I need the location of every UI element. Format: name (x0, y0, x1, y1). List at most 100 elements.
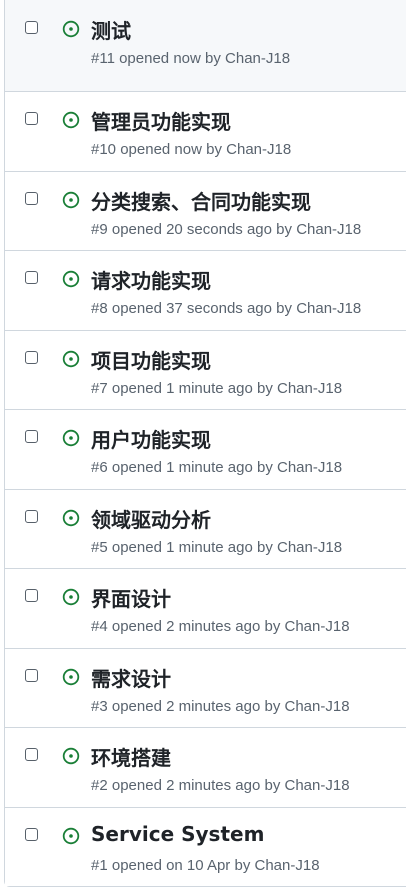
issue-row[interactable]: 界面设计 #4 opened 2 minutes ago by Chan-J18 (5, 568, 406, 648)
issue-by-label: by (205, 50, 221, 67)
issue-opened-icon (62, 350, 80, 367)
issue-author-link[interactable]: Chan-J18 (255, 857, 320, 874)
issue-select-checkbox[interactable] (25, 191, 38, 205)
issue-title-link[interactable]: 界面设计 (91, 583, 171, 612)
issue-title-link[interactable]: 分类搜索、合同功能实现 (91, 186, 311, 215)
issue-opened-icon (62, 270, 80, 288)
issue-row[interactable]: 需求设计 #3 opened 2 minutes ago by Chan-J18 (5, 647, 406, 727)
issue-number: #6 (91, 459, 108, 476)
issue-opened-icon (62, 429, 80, 447)
issue-opened-icon (62, 20, 80, 38)
issue-opened-icon (62, 668, 80, 685)
issue-by-label: by (264, 777, 281, 794)
issue-author-link[interactable]: Chan-J18 (226, 141, 291, 158)
issue-row[interactable]: 请求功能实现 #8 opened 37 seconds ago by Chan-… (5, 250, 406, 330)
issue-by-label: by (256, 538, 273, 556)
issue-by-label: by (276, 220, 293, 238)
issue-meta: #5 opened 1 minute ago by Chan-J18 (91, 539, 342, 556)
issue-row[interactable]: 环境搭建 #2 opened 2 minutes ago by Chan-J18 (5, 727, 406, 807)
issue-opened-time: opened 1 minute ago (111, 459, 253, 476)
issue-number: #11 (91, 50, 115, 67)
issue-row[interactable]: 分类搜索、合同功能实现 #9 opened 20 seconds ago by … (5, 170, 406, 250)
issue-author-link[interactable]: Chan-J18 (225, 50, 290, 67)
issue-row[interactable]: 管理员功能实现 #10 opened now by Chan-J18 (5, 91, 406, 171)
issue-title-link[interactable]: 环境搭建 (91, 742, 171, 771)
issue-row[interactable]: 领域驱动分析 #5 opened 1 minute ago by Chan-J1… (5, 488, 406, 568)
issue-meta: #9 opened 20 seconds ago by Chan-J18 (91, 221, 361, 238)
issue-list: 测试 #11 opened now by Chan-J18 管理员功能实现 #1… (4, 0, 406, 887)
issue-meta: #10 opened now by Chan-J18 (91, 141, 291, 158)
issue-opened-icon (62, 191, 80, 208)
issue-title-link[interactable]: 项目功能实现 (91, 345, 211, 374)
issue-by-label: by (276, 300, 293, 317)
issue-select-checkbox[interactable] (25, 589, 38, 602)
issue-meta: #11 opened now by Chan-J18 (91, 50, 290, 67)
issue-by-label: by (234, 856, 251, 874)
issue-row[interactable]: 用户功能实现 #6 opened 1 minute ago by Chan-J1… (5, 409, 406, 489)
issue-title-link[interactable]: 需求设计 (91, 663, 171, 692)
issue-opened-icon (62, 747, 80, 765)
issue-title-link[interactable]: 管理员功能实现 (91, 106, 231, 135)
issue-number: #9 (91, 220, 108, 238)
issue-by-label: by (206, 141, 222, 158)
issue-select-checkbox[interactable] (25, 748, 38, 761)
issue-meta: #7 opened 1 minute ago by Chan-J18 (91, 380, 342, 397)
issue-opened-icon (62, 111, 80, 129)
issue-opened-time: opened on 10 Apr (111, 856, 231, 874)
issue-title-link[interactable]: 请求功能实现 (91, 265, 211, 294)
issue-meta: #1 opened on 10 Apr by Chan-J18 (91, 857, 320, 874)
issue-opened-time: opened now (120, 141, 202, 158)
issue-select-checkbox[interactable] (25, 509, 38, 523)
issue-select-checkbox[interactable] (25, 271, 38, 284)
issue-opened-time: opened 1 minute ago (111, 538, 253, 556)
issue-title-link[interactable]: 领域驱动分析 (91, 504, 211, 533)
issue-select-checkbox[interactable] (25, 350, 38, 364)
issue-meta: #3 opened 2 minutes ago by Chan-J18 (91, 698, 350, 715)
issue-by-label: by (256, 459, 273, 476)
issue-opened-time: opened 20 seconds ago (111, 220, 272, 238)
issue-number: #7 (91, 379, 108, 397)
issue-number: #2 (91, 777, 108, 794)
issue-author-link[interactable]: Chan-J18 (285, 618, 350, 635)
issue-select-checkbox[interactable] (25, 827, 38, 841)
issue-opened-icon (62, 827, 80, 844)
issue-author-link[interactable]: Chan-J18 (296, 221, 361, 238)
issue-number: #1 (91, 856, 108, 874)
issue-title-link[interactable]: 测试 (91, 15, 131, 44)
issue-author-link[interactable]: Chan-J18 (296, 300, 361, 317)
issue-select-checkbox[interactable] (25, 430, 38, 443)
issue-by-label: by (264, 697, 281, 715)
issue-meta: #6 opened 1 minute ago by Chan-J18 (91, 459, 342, 476)
issue-meta: #4 opened 2 minutes ago by Chan-J18 (91, 618, 350, 635)
issue-meta: #8 opened 37 seconds ago by Chan-J18 (91, 300, 361, 317)
issue-number: #4 (91, 618, 108, 635)
issue-opened-time: opened 1 minute ago (111, 379, 253, 397)
issue-select-checkbox[interactable] (25, 112, 38, 125)
issue-opened-time: opened 2 minutes ago (111, 618, 261, 635)
issue-number: #3 (91, 697, 108, 715)
issue-author-link[interactable]: Chan-J18 (277, 459, 342, 476)
issue-row[interactable]: 项目功能实现 #7 opened 1 minute ago by Chan-J1… (5, 329, 406, 409)
issue-by-label: by (256, 379, 273, 397)
issue-number: #8 (91, 300, 108, 317)
issue-author-link[interactable]: Chan-J18 (277, 539, 342, 556)
issue-number: #10 (91, 141, 117, 158)
issue-title-link[interactable]: Service System (91, 822, 264, 846)
issue-title-link[interactable]: 用户功能实现 (91, 424, 211, 453)
issue-opened-time: opened 2 minutes ago (111, 777, 261, 794)
issue-opened-time: opened now (119, 50, 201, 67)
issue-select-checkbox[interactable] (25, 668, 38, 682)
issue-by-label: by (264, 618, 281, 635)
issue-opened-icon (62, 509, 80, 526)
issue-row[interactable]: 测试 #11 opened now by Chan-J18 (5, 0, 406, 91)
issue-author-link[interactable]: Chan-J18 (285, 698, 350, 715)
issue-row[interactable]: Service System #1 opened on 10 Apr by Ch… (5, 806, 406, 886)
issue-opened-icon (62, 588, 80, 606)
issue-select-checkbox[interactable] (25, 21, 38, 34)
issue-opened-time: opened 2 minutes ago (111, 697, 261, 715)
issue-meta: #2 opened 2 minutes ago by Chan-J18 (91, 777, 350, 794)
issue-number: #5 (91, 538, 108, 556)
issue-author-link[interactable]: Chan-J18 (285, 777, 350, 794)
issue-author-link[interactable]: Chan-J18 (277, 380, 342, 397)
issue-opened-time: opened 37 seconds ago (111, 300, 272, 317)
